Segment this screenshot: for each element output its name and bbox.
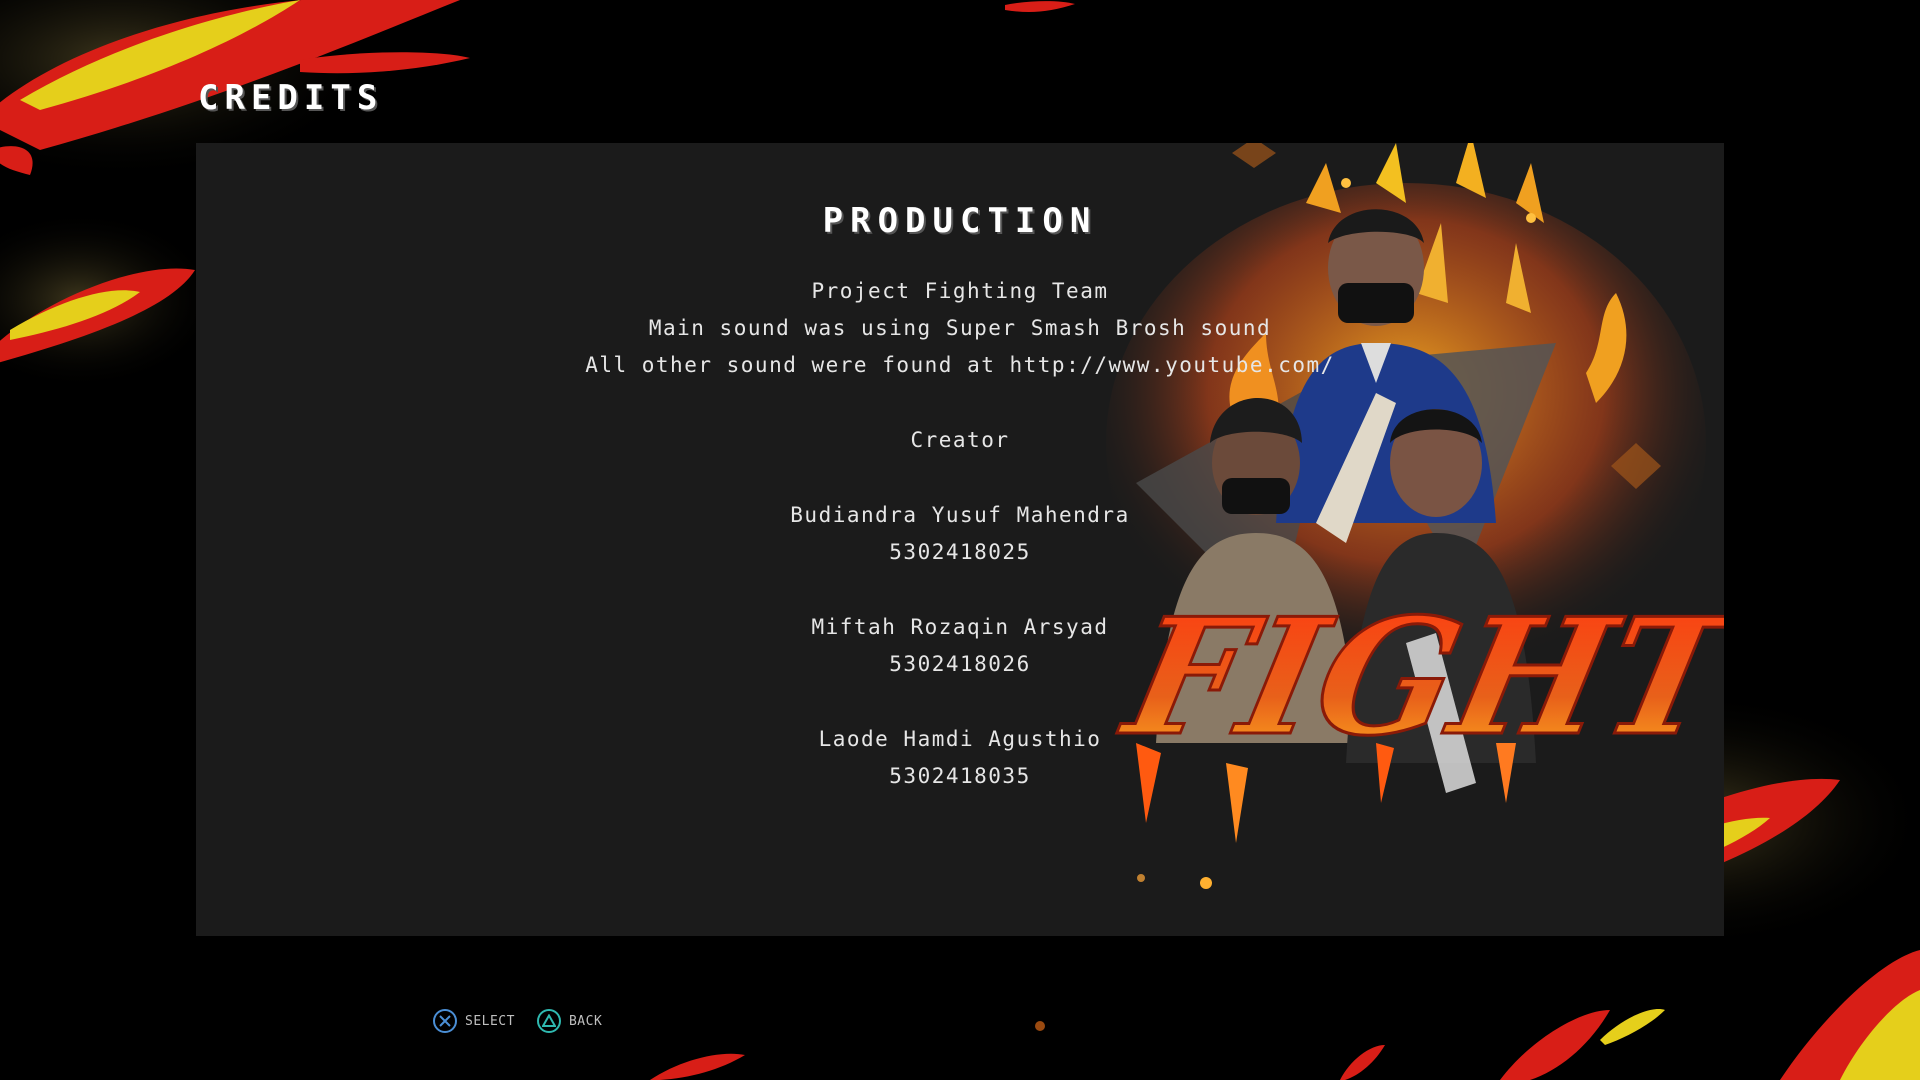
credits-content: PRODUCTION Project Fighting Team Main so… [196, 143, 1724, 936]
creator-id: 5302418025 [889, 540, 1031, 564]
sound-note-other: All other sound were found at http://www… [585, 353, 1335, 377]
cross-button-icon [433, 1009, 457, 1033]
team-name: Project Fighting Team [811, 279, 1109, 303]
creator-name: Laode Hamdi Agusthio [818, 727, 1102, 751]
creator-id: 5302418035 [889, 764, 1031, 788]
select-label: SELECT [465, 1013, 515, 1029]
back-label: BACK [568, 1013, 603, 1029]
creator-name: Budiandra Yusuf Mahendra [790, 503, 1130, 527]
triangle-button-icon [536, 1009, 561, 1033]
creator-heading: Creator [910, 428, 1010, 452]
select-hint[interactable]: SELECT [433, 1009, 515, 1033]
back-hint[interactable]: BACK [536, 1009, 603, 1033]
sound-note-main: Main sound was using Super Smash Brosh s… [648, 316, 1272, 340]
creator-id: 5302418026 [889, 652, 1031, 676]
section-title: PRODUCTION [822, 201, 1098, 241]
button-hints: SELECT BACK [433, 1006, 624, 1036]
credits-screen: CREDITS FIGHT PRODUCTION Project Fightin… [0, 0, 1920, 1080]
credits-panel: FIGHT PRODUCTION Project Fighting Team M… [196, 143, 1724, 936]
creator-name: Miftah Rozaqin Arsyad [811, 615, 1109, 639]
screen-title: CREDITS [198, 78, 384, 118]
